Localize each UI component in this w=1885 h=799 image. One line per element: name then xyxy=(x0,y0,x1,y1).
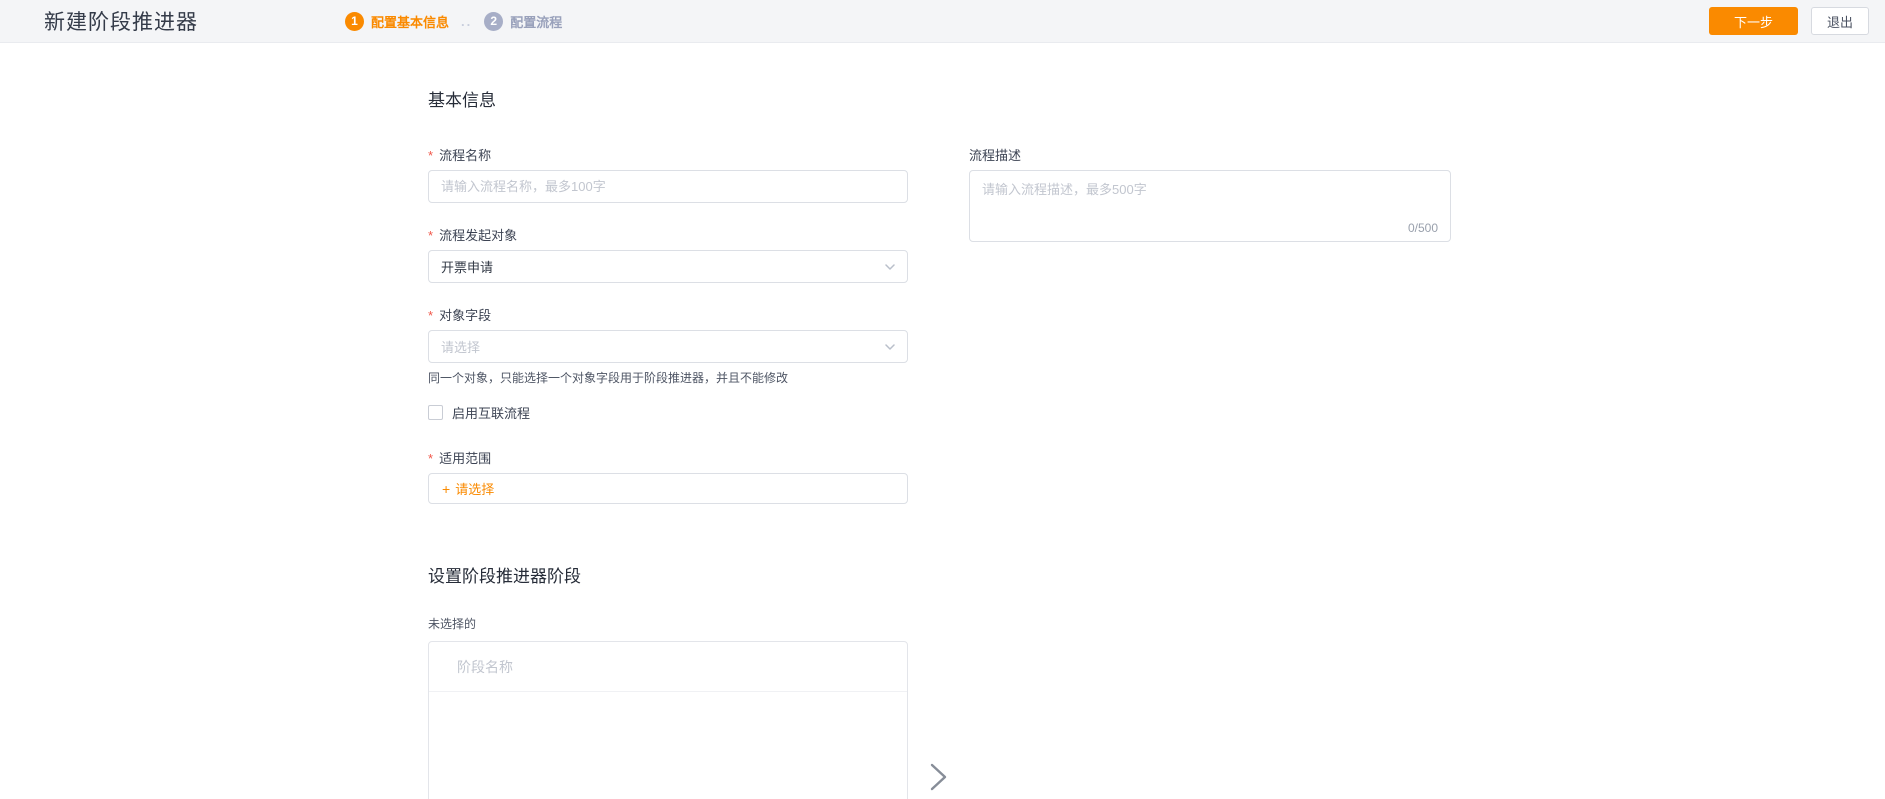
unselected-stages-label: 未选择的 xyxy=(428,617,477,631)
object-field-helper-text: 同一个对象，只能选择一个对象字段用于阶段推进器，并且不能修改 xyxy=(428,371,789,385)
step-configure-basic-info: 1 配置基本信息 xyxy=(345,11,450,31)
object-field-placeholder: 请选择 xyxy=(441,340,481,355)
enable-linked-process-row[interactable]: 启用互联流程 xyxy=(428,403,908,422)
initiating-object-selected-value: 开票申请 xyxy=(441,260,494,275)
step-2-number-badge: 2 xyxy=(484,11,504,31)
checkbox-unchecked-icon[interactable] xyxy=(428,405,443,420)
required-asterisk: * xyxy=(428,451,434,466)
required-asterisk: * xyxy=(428,228,434,243)
description-textarea[interactable] xyxy=(970,171,1450,215)
step-separator-dots: .. xyxy=(461,13,473,29)
step-configure-flow: 2 配置流程 xyxy=(484,11,563,31)
chevron-right-icon[interactable] xyxy=(924,760,952,794)
page-title: 新建阶段推进器 xyxy=(44,11,198,34)
basic-info-section-title: 基本信息 xyxy=(428,91,496,110)
header-bar: 新建阶段推进器 1 配置基本信息 .. 2 配置流程 下一步 退出 xyxy=(0,0,1885,43)
next-step-button[interactable]: 下一步 xyxy=(1708,7,1798,35)
step-indicator: 1 配置基本信息 .. 2 配置流程 xyxy=(345,0,562,42)
description-column: 流程描述 0/500 xyxy=(969,43,1451,242)
step-2-label: 配置流程 xyxy=(510,14,563,30)
basic-info-column: 基本信息 * 流程名称 * 流程发起对象 开票申请 * 对象字段 请选择 同一个… xyxy=(428,43,908,799)
step-1-label: 配置基本信息 xyxy=(371,14,450,30)
step-1-number-badge: 1 xyxy=(345,11,364,31)
scope-select[interactable]: + 请选择 xyxy=(428,473,908,504)
scope-field-label: * 适用范围 xyxy=(428,451,908,466)
scope-placeholder: 请选择 xyxy=(455,482,495,497)
chevron-down-icon xyxy=(885,263,895,270)
process-name-input[interactable] xyxy=(428,170,908,203)
unselected-stages-panel xyxy=(428,641,908,799)
required-asterisk: * xyxy=(428,148,434,163)
header-actions: 下一步 退出 xyxy=(1708,0,1869,42)
process-name-field-label: * 流程名称 xyxy=(428,148,908,163)
scope-label: 适用范围 xyxy=(439,451,492,466)
character-counter: 0/500 xyxy=(1407,221,1438,235)
object-field-select[interactable]: 请选择 xyxy=(428,330,908,363)
description-label: 流程描述 xyxy=(969,148,1022,163)
initiating-object-select[interactable]: 开票申请 xyxy=(428,250,908,283)
object-field-label: 对象字段 xyxy=(439,308,492,323)
required-asterisk: * xyxy=(428,308,434,323)
plus-icon: + xyxy=(442,480,451,497)
process-name-label: 流程名称 xyxy=(439,148,492,163)
initiating-object-label: 流程发起对象 xyxy=(439,228,518,243)
stage-name-input[interactable] xyxy=(429,642,907,692)
exit-button[interactable]: 退出 xyxy=(1810,7,1869,35)
object-field-field-label: * 对象字段 xyxy=(428,308,908,323)
stage-section-title: 设置阶段推进器阶段 xyxy=(428,567,581,586)
enable-linked-process-label: 启用互联流程 xyxy=(452,406,531,421)
description-textarea-wrap: 0/500 xyxy=(969,170,1451,242)
chevron-down-icon xyxy=(885,343,895,350)
initiating-object-field-label: * 流程发起对象 xyxy=(428,228,908,243)
